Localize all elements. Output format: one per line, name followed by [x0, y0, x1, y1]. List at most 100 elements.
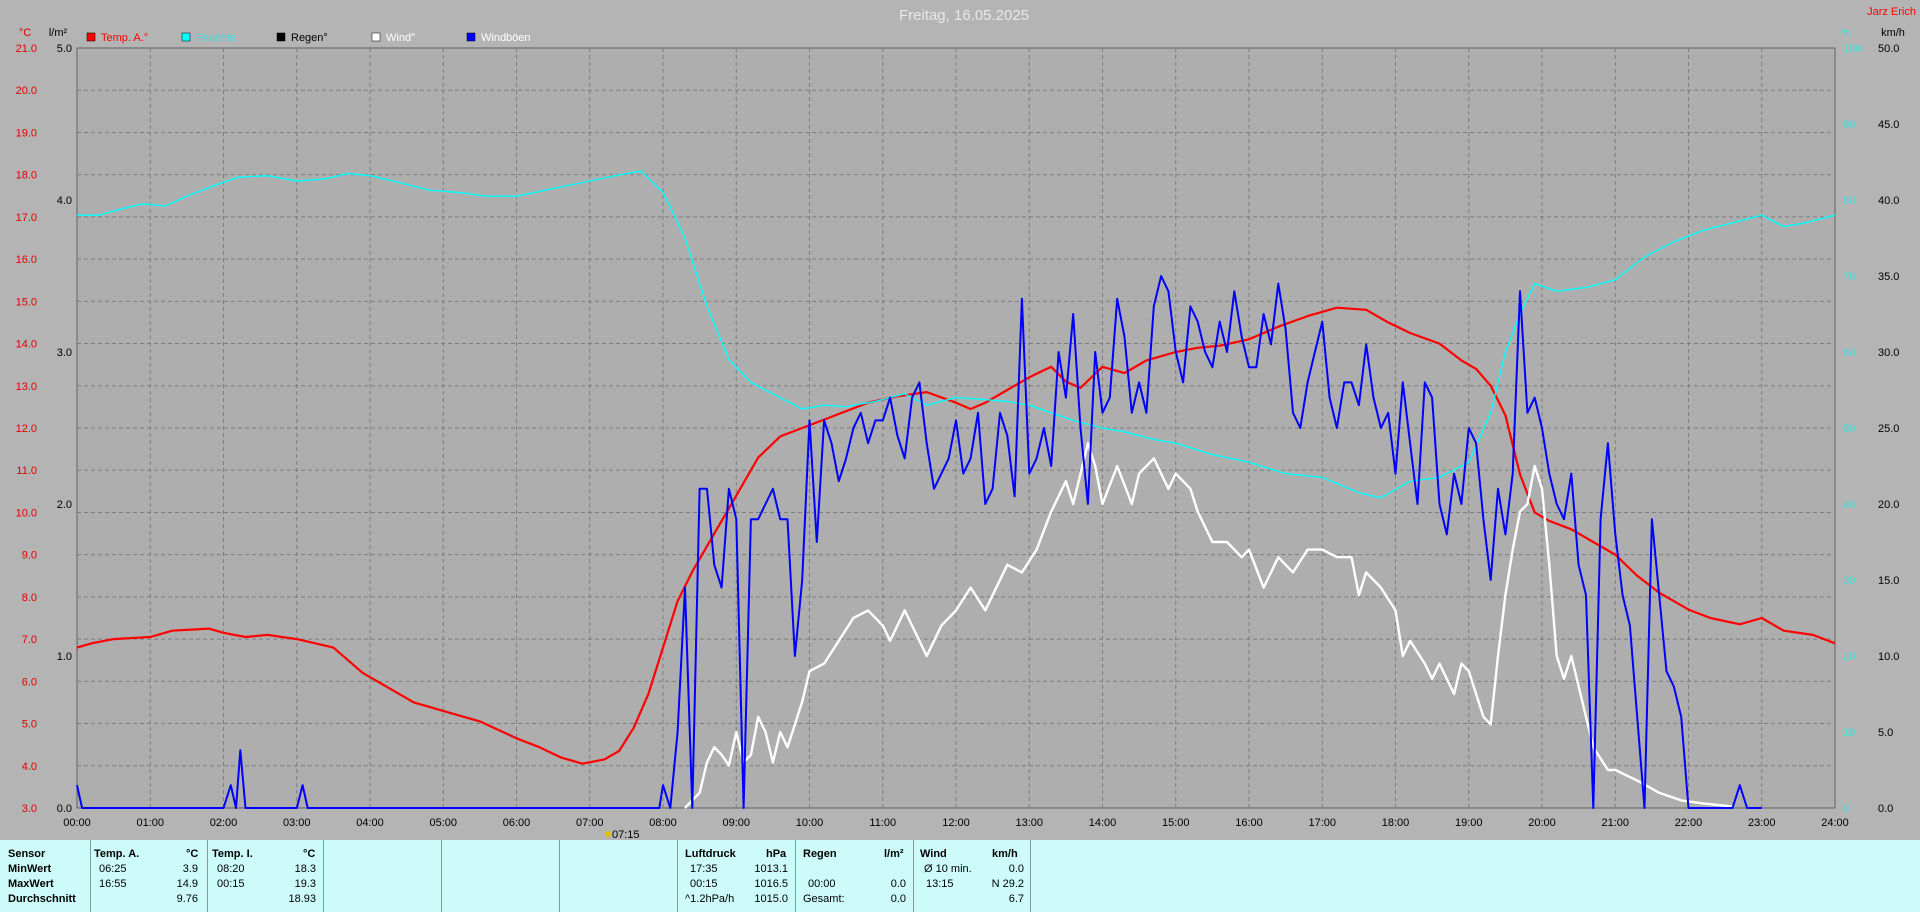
- x-tick-label: 04:00: [356, 817, 384, 829]
- row-avg-label: Durchschnitt: [8, 893, 76, 905]
- legend-swatch: [86, 32, 96, 42]
- temp-tick-label: 4.0: [22, 761, 37, 773]
- temp-a-unit: °C: [186, 848, 199, 860]
- rain-header: Regen: [803, 848, 837, 860]
- x-tick-label: 06:00: [503, 817, 531, 829]
- legend-swatch: [276, 32, 286, 42]
- avg-w-value: 6.7: [1008, 893, 1024, 905]
- wind-axis-unit: km/h: [1881, 27, 1905, 39]
- wind-tick-label: 35.0: [1878, 271, 1899, 283]
- humidity-tick-label: 80: [1843, 195, 1855, 207]
- rain-tick-label: 2.0: [57, 499, 72, 511]
- x-tick-label: 24:00: [1821, 817, 1849, 829]
- humidity-tick-label: 90: [1843, 119, 1855, 131]
- humidity-axis-unit: %: [1841, 27, 1851, 39]
- wind-tick-label: 20.0: [1878, 499, 1899, 511]
- temp-tick-label: 11.0: [16, 465, 37, 477]
- wind-tick-label: 30.0: [1878, 347, 1899, 359]
- chart-legend: Temp. A.° Feuchte Regen° Wind° Windböen: [86, 32, 531, 44]
- x-tick-label: 08:00: [649, 817, 677, 829]
- min-p-value: 1013.1: [754, 863, 788, 875]
- temp-tick-label: 21.0: [16, 43, 37, 55]
- min-ti-time: 08:20: [217, 863, 245, 875]
- legend-label: Regen°: [291, 32, 328, 44]
- temp-axis-unit: °C: [19, 27, 31, 39]
- temp-a-header: Temp. A.: [94, 848, 140, 860]
- max-ta-value: 14.9: [176, 878, 198, 890]
- x-tick-label: 00:00: [63, 817, 91, 829]
- x-tick-label: 22:00: [1675, 817, 1703, 829]
- min-ti-value: 18.3: [294, 863, 316, 875]
- avg-p-value: 1015.0: [754, 893, 788, 905]
- temp-tick-label: 10.0: [16, 507, 37, 519]
- legend-label: Wind°: [386, 32, 415, 44]
- rain-tick-label: 0.0: [57, 803, 72, 815]
- rain-tick-label: 4.0: [57, 195, 72, 207]
- sun-icon: [605, 831, 611, 837]
- temp-tick-label: 13.0: [16, 381, 37, 393]
- avg-r-value: 0.0: [890, 893, 906, 905]
- humidity-tick-label: 10: [1843, 727, 1855, 739]
- min-p-time: 17:35: [690, 863, 718, 875]
- avg-ta-value: 9.76: [176, 893, 198, 905]
- x-tick-label: 13:00: [1015, 817, 1043, 829]
- legend-swatch: [466, 32, 476, 42]
- humidity-tick-label: 100: [1843, 43, 1861, 55]
- max-p-time: 00:15: [690, 878, 718, 890]
- wind-tick-label: 40.0: [1878, 195, 1899, 207]
- chart-title: Freitag, 16.05.2025: [899, 7, 1029, 24]
- x-tick-label: 11:00: [869, 817, 896, 829]
- wind-unit: km/h: [992, 848, 1018, 860]
- sensor-header: Sensor: [8, 848, 46, 860]
- humidity-tick-label: 70: [1843, 271, 1855, 283]
- wind-header: Wind: [920, 848, 947, 860]
- rain-unit: l/m²: [884, 848, 904, 860]
- temp-tick-label: 16.0: [16, 254, 37, 266]
- temp-tick-label: 8.0: [22, 592, 37, 604]
- temp-tick-label: 20.0: [16, 85, 37, 97]
- temp-tick-label: 17.0: [16, 212, 37, 224]
- x-tick-label: 01:00: [136, 817, 164, 829]
- x-tick-label: 02:00: [210, 817, 238, 829]
- row-min-label: MinWert: [8, 863, 52, 875]
- x-tick-label: 20:00: [1528, 817, 1556, 829]
- humidity-tick-label: 20: [1843, 651, 1855, 663]
- wind-tick-label: 15.0: [1878, 575, 1899, 587]
- rain-tick-label: 5.0: [57, 43, 72, 55]
- min-ta-value: 3.9: [182, 863, 198, 875]
- legend-label: Temp. A.°: [101, 32, 148, 44]
- temp-tick-label: 3.0: [22, 803, 37, 815]
- temp-tick-label: 18.0: [16, 170, 37, 182]
- x-tick-label: 18:00: [1382, 817, 1410, 829]
- pressure-header: Luftdruck: [685, 848, 736, 860]
- wind-tick-label: 10.0: [1878, 651, 1899, 663]
- x-tick-label: 17:00: [1308, 817, 1336, 829]
- marker-label: 07:15: [612, 829, 640, 840]
- x-tick-label: 16:00: [1235, 817, 1263, 829]
- max-w-time: 13:15: [926, 878, 954, 890]
- temp-tick-label: 15.0: [16, 296, 37, 308]
- chart-grid: [76, 47, 1836, 809]
- x-tick-label: 15:00: [1162, 817, 1190, 829]
- pressure-unit: hPa: [766, 848, 787, 860]
- temp-tick-label: 19.0: [16, 127, 37, 139]
- min-w-value: 0.0: [1008, 863, 1024, 875]
- max-ti-time: 00:15: [217, 878, 245, 890]
- x-tick-label: 19:00: [1455, 817, 1483, 829]
- max-ta-time: 16:55: [99, 878, 127, 890]
- temp-tick-label: 12.0: [16, 423, 37, 435]
- min-w-time: Ø 10 min.: [924, 863, 972, 875]
- wind-tick-label: 45.0: [1878, 119, 1899, 131]
- max-ti-value: 19.3: [294, 878, 316, 890]
- humidity-tick-label: 50: [1843, 423, 1855, 435]
- humidity-tick-label: 60: [1843, 347, 1855, 359]
- avg-p-time: ^1.2hPa/h: [685, 893, 735, 905]
- temp-tick-label: 6.0: [22, 676, 37, 688]
- wind-tick-label: 5.0: [1878, 727, 1893, 739]
- x-tick-label: 05:00: [429, 817, 457, 829]
- humidity-tick-label: 30: [1843, 575, 1855, 587]
- author-label: Jarz Erich: [1867, 6, 1916, 18]
- wind-tick-label: 50.0: [1878, 43, 1899, 55]
- x-tick-label: 23:00: [1748, 817, 1776, 829]
- temp-i-unit: °C: [303, 848, 316, 860]
